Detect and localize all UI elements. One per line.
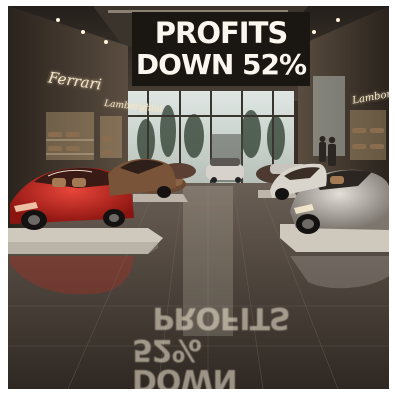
showroom-scene: Ferrari Lamborghini Lamborghini PROFITS … bbox=[8, 6, 389, 389]
headline-floor-reflection: DOWN 52% PROFITS bbox=[132, 300, 310, 389]
reflection-line-2: PROFITS bbox=[152, 300, 290, 335]
reflection-line-1: DOWN 52% bbox=[132, 332, 237, 389]
headline-line-2: DOWN 52% bbox=[135, 48, 307, 81]
headline-banner: PROFITS DOWN 52% bbox=[132, 12, 310, 86]
headline-line-1: PROFITS bbox=[154, 16, 289, 50]
